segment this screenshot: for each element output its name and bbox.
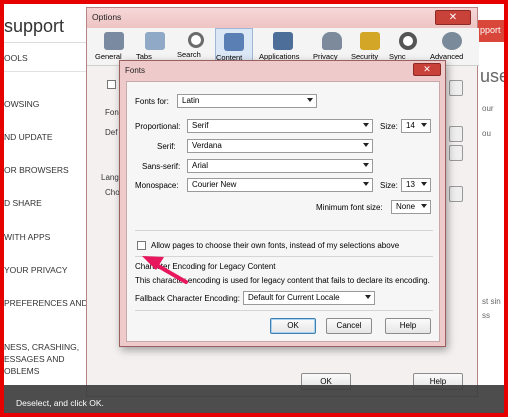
screenshot-frame: support OOLS OWSING ND UPDATE OR BROWSER… [0,0,508,417]
pointer-arrow-icon [142,256,188,284]
caption-bar: Deselect, and click OK. [4,385,504,413]
caption-text: Deselect, and click OK. [16,398,104,408]
